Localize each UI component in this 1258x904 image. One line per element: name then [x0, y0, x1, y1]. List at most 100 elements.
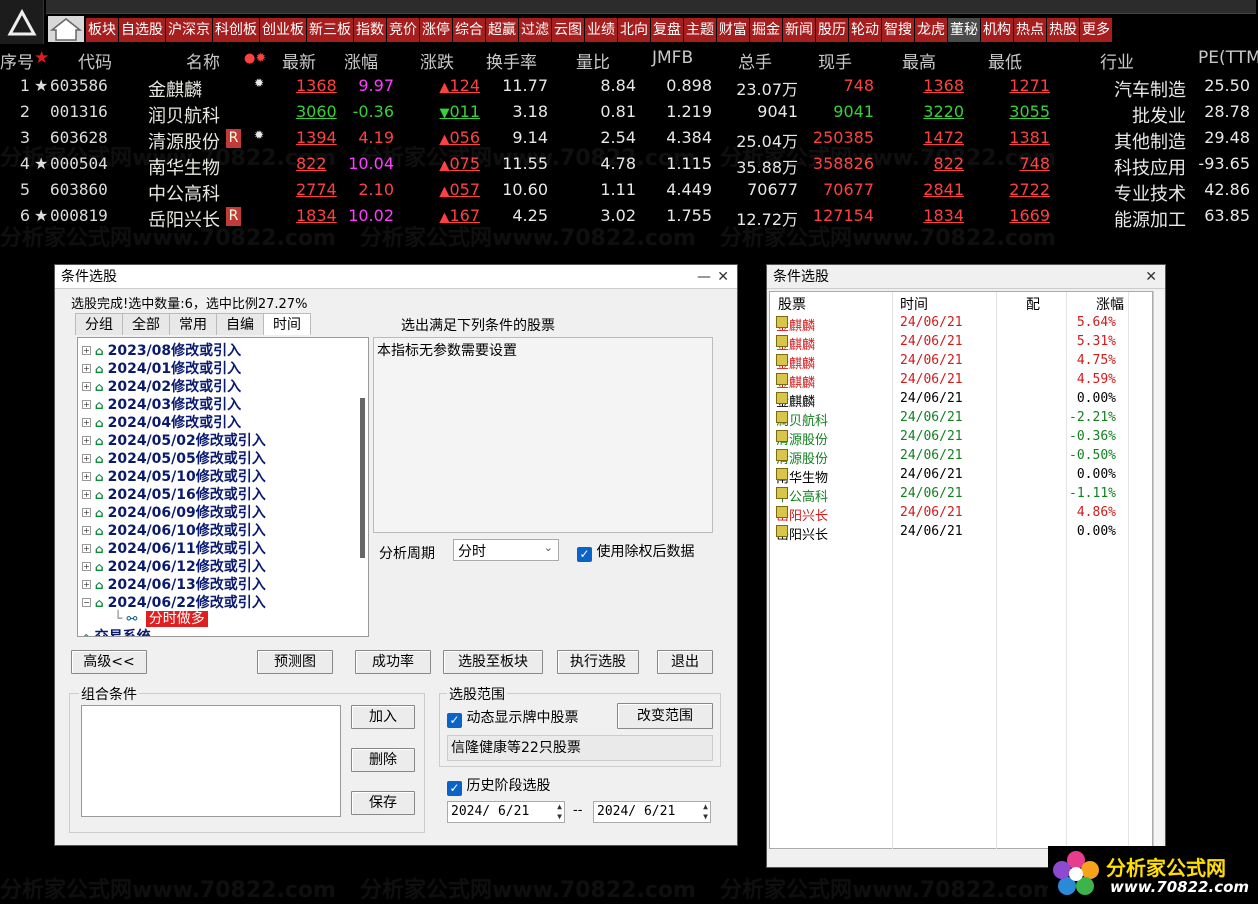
menu-item[interactable]: 自选股 — [119, 18, 165, 42]
menu-item[interactable]: 复盘 — [651, 18, 683, 42]
result-col-config[interactable]: 配 — [1026, 294, 1040, 314]
tree-child-item[interactable]: └ ⚯ 分时做多 — [114, 608, 208, 627]
menu-item[interactable]: 主题 — [684, 18, 716, 42]
exit-button[interactable]: 退出 — [657, 650, 713, 674]
tab-0[interactable]: 分组 — [75, 313, 123, 335]
history-select-checkbox[interactable]: ✓ 历史阶段选股 — [447, 775, 550, 796]
tree-item[interactable]: + ⌂ 2024/06/10修改或引入 — [82, 520, 266, 539]
menu-item[interactable]: 过滤 — [519, 18, 551, 42]
spinner-icon[interactable]: ▲ ▼ — [557, 802, 562, 822]
expand-icon[interactable]: + — [82, 436, 91, 445]
menu-item[interactable]: 竞价 — [387, 18, 419, 42]
menu-item[interactable]: 股历 — [816, 18, 848, 42]
change-range-button[interactable]: 改变范围 — [617, 703, 713, 729]
col-header-name[interactable]: 名称 — [186, 48, 220, 73]
menu-item[interactable]: 掘金 — [750, 18, 782, 42]
menu-item[interactable]: 科创板 — [213, 18, 259, 42]
dynamic-show-checkbox[interactable]: ✓ 动态显示牌中股票 — [447, 707, 578, 728]
result-row[interactable]: 金麒麟 24/06/21 4.59% — [770, 371, 1140, 391]
col-header-high[interactable]: 最高 — [902, 48, 936, 73]
menu-item[interactable]: 指数 — [354, 18, 386, 42]
tree-item[interactable]: + ⌂ 2024/03修改或引入 — [82, 394, 241, 413]
date-to-input[interactable]: 2024/ 6/21 ▲ ▼ — [593, 801, 711, 823]
menu-item[interactable]: 北向 — [618, 18, 650, 42]
result-row[interactable]: 岳阳兴长 24/06/21 4.86% — [770, 504, 1140, 524]
expand-icon[interactable]: + — [82, 580, 91, 589]
table-row[interactable]: 1 ★ 603586 金麒麟 ✹ 1368 9.97 11.77 8.84 0.898 23.07万… — [0, 74, 1258, 101]
col-header-latest[interactable]: 最新 — [282, 48, 316, 73]
col-header-current[interactable]: 现手 — [818, 48, 852, 73]
minimize-icon[interactable]: — — [697, 265, 711, 289]
menu-item[interactable]: 新三板 — [307, 18, 353, 42]
collapse-icon[interactable]: − — [82, 598, 91, 607]
result-col-pct[interactable]: 涨幅 — [1096, 294, 1124, 314]
expand-icon[interactable]: + — [82, 400, 91, 409]
expand-icon[interactable]: + — [82, 508, 91, 517]
menu-item[interactable]: 热点 — [1014, 18, 1046, 42]
tree-item[interactable]: + ⌂ 2024/02修改或引入 — [82, 376, 241, 395]
tab-3[interactable]: 自编 — [216, 313, 264, 335]
expand-icon[interactable]: + — [82, 418, 91, 427]
result-titlebar[interactable]: 条件选股 ✕ — [767, 265, 1165, 289]
expand-icon[interactable]: + — [82, 472, 91, 481]
tree-item-trading-system[interactable]: ⌂ 交易系统 — [82, 626, 151, 636]
table-row[interactable]: 4 ★ 000504 南华生物 822 10.04 11.55 4.78 1.115 35.88万… — [0, 152, 1258, 179]
close-icon[interactable]: ✕ — [717, 265, 729, 289]
menu-item[interactable]: 创业板 — [260, 18, 306, 42]
col-header-volratio[interactable]: 量比 — [576, 48, 610, 73]
execute-select-button[interactable]: 执行选股 — [557, 650, 639, 674]
adjusted-data-checkbox[interactable]: ✓ 使用除权后数据 — [577, 541, 694, 562]
menu-item[interactable]: 业绩 — [585, 18, 617, 42]
result-row[interactable]: 金麒麟 24/06/21 0.00% — [770, 390, 1140, 410]
result-row[interactable]: 清源股份 24/06/21 -0.36% — [770, 428, 1140, 448]
menu-item[interactable]: 热股 — [1047, 18, 1079, 42]
expand-icon[interactable]: + — [82, 454, 91, 463]
expand-icon[interactable]: + — [82, 382, 91, 391]
tab-1[interactable]: 全部 — [122, 313, 170, 335]
menu-item[interactable]: 超赢 — [486, 18, 518, 42]
menu-item[interactable]: 综合 — [453, 18, 485, 42]
menu-item[interactable]: 更多 — [1080, 18, 1112, 42]
expand-icon[interactable]: + — [82, 490, 91, 499]
combo-add-button[interactable]: 加入 — [351, 705, 415, 729]
tree-item[interactable]: + ⌂ 2024/06/12修改或引入 — [82, 556, 266, 575]
table-row[interactable]: 2 001316 润贝航科 3060 -0.36 3.18 0.81 1.219 9041 904… — [0, 100, 1258, 127]
expand-icon[interactable]: + — [82, 544, 91, 553]
menu-item[interactable]: 云图 — [552, 18, 584, 42]
tree-item[interactable]: + ⌂ 2024/06/11修改或引入 — [82, 538, 266, 557]
tree-scrollbar-thumb[interactable] — [360, 398, 365, 558]
expand-icon[interactable]: + — [82, 346, 91, 355]
menu-item[interactable]: 轮动 — [849, 18, 881, 42]
table-row[interactable]: 6 ★ 000819 岳阳兴长 R 1834 10.02 4.25 3.02 1.755 12.72… — [0, 204, 1258, 231]
dialog-titlebar[interactable]: 条件选股 — ✕ — [55, 265, 737, 289]
result-row[interactable]: 南华生物 24/06/21 0.00% — [770, 466, 1140, 486]
result-scrollbar[interactable] — [1153, 291, 1163, 849]
menu-item[interactable]: 板块 — [86, 18, 118, 42]
result-col-time[interactable]: 时间 — [900, 294, 928, 314]
col-header-industry[interactable]: 行业 — [1100, 48, 1134, 73]
combo-delete-button[interactable]: 删除 — [351, 748, 415, 772]
col-header-pe[interactable]: PE(TTM — [1198, 48, 1258, 68]
menu-item[interactable]: 新闻 — [783, 18, 815, 42]
home-button[interactable] — [48, 16, 84, 42]
result-row[interactable]: 金麒麟 24/06/21 5.64% — [770, 314, 1140, 334]
col-header-total[interactable]: 总手 — [738, 48, 772, 73]
result-row[interactable]: 中公高科 24/06/21 -1.11% — [770, 485, 1140, 505]
tree-item[interactable]: + ⌂ 2023/08修改或引入 — [82, 340, 241, 359]
col-header-jmfb[interactable]: JMFB — [652, 48, 693, 68]
result-row[interactable]: 金麒麟 24/06/21 4.75% — [770, 352, 1140, 372]
tree-item[interactable]: + ⌂ 2024/06/13修改或引入 — [82, 574, 266, 593]
success-rate-button[interactable]: 成功率 — [355, 650, 431, 674]
tree-item[interactable]: + ⌂ 2024/04修改或引入 — [82, 412, 241, 431]
date-from-input[interactable]: 2024/ 6/21 ▲ ▼ — [447, 801, 565, 823]
col-header-change[interactable]: 涨跌 — [420, 48, 454, 73]
menu-item[interactable]: 智搜 — [882, 18, 914, 42]
spinner-icon[interactable]: ▲ ▼ — [703, 802, 708, 822]
menu-item[interactable]: 董秘 — [948, 18, 980, 42]
result-row[interactable]: 清源股份 24/06/21 -0.50% — [770, 447, 1140, 467]
result-row[interactable]: 岳阳兴长 24/06/21 0.00% — [770, 523, 1140, 543]
menu-item[interactable]: 龙虎 — [915, 18, 947, 42]
advanced-button[interactable]: 高级<< — [71, 650, 147, 674]
menu-item[interactable]: 财富 — [717, 18, 749, 42]
table-row[interactable]: 5 603860 中公高科 2774 2.10 10.60 1.11 4.449 70677 70… — [0, 178, 1258, 205]
